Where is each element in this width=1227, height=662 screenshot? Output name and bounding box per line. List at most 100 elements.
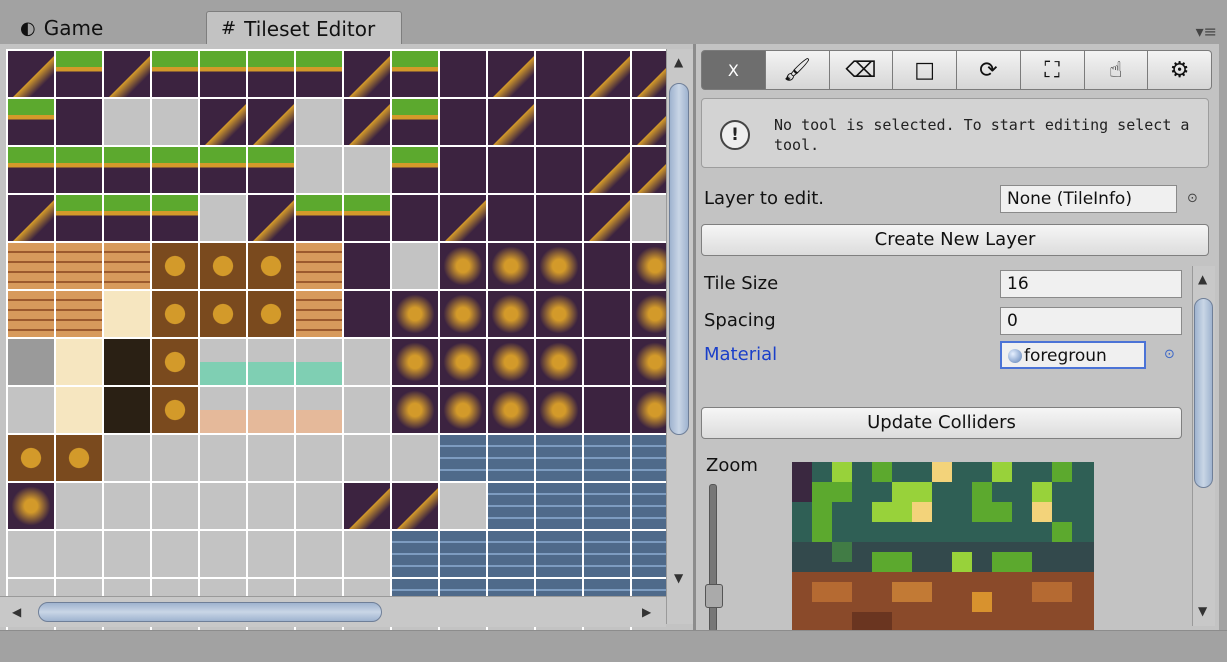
tile-size-field[interactable]: 16 (1000, 270, 1182, 298)
tile-cell[interactable] (56, 99, 102, 145)
tile-cell[interactable] (200, 387, 246, 433)
tile-cell[interactable] (56, 147, 102, 193)
layer-field[interactable]: None (TileInfo) (1000, 185, 1177, 213)
tile-cell[interactable] (200, 147, 246, 193)
tile-cell[interactable] (488, 339, 534, 385)
tile-cell[interactable] (248, 339, 294, 385)
tile-cell[interactable] (104, 147, 150, 193)
material-picker-icon[interactable]: ⊙ (1164, 347, 1175, 362)
material-field[interactable]: foregroun (1000, 341, 1146, 369)
tile-cell[interactable] (632, 51, 666, 97)
tile-cell[interactable] (248, 195, 294, 241)
tile-cell[interactable] (200, 243, 246, 289)
tile-cell[interactable] (200, 339, 246, 385)
tile-cell[interactable] (536, 147, 582, 193)
tile-cell[interactable] (8, 435, 54, 481)
tile-cell[interactable] (536, 339, 582, 385)
tileset-grid[interactable] (6, 49, 666, 639)
tile-cell[interactable] (8, 195, 54, 241)
tile-cell[interactable] (632, 243, 666, 289)
brush-tool-button[interactable]: 🖌 (765, 50, 830, 90)
tab-tileset-editor[interactable]: # Tileset Editor (206, 11, 402, 45)
tab-game[interactable]: ◐ Game (20, 12, 210, 44)
tile-cell[interactable] (104, 339, 150, 385)
tile-cell[interactable] (56, 195, 102, 241)
tile-cell[interactable] (584, 99, 630, 145)
scroll-left-icon[interactable]: ◀ (12, 605, 21, 619)
tile-cell[interactable] (104, 243, 150, 289)
tile-cell[interactable] (488, 99, 534, 145)
tile-cell[interactable] (152, 339, 198, 385)
scroll-right-icon[interactable]: ▶ (642, 605, 651, 619)
object-picker-icon[interactable]: ⊙ (1187, 191, 1198, 206)
tile-cell[interactable] (8, 99, 54, 145)
tile-cell[interactable] (440, 435, 486, 481)
tile-cell[interactable] (536, 483, 582, 529)
tile-cell[interactable] (296, 243, 342, 289)
tile-cell[interactable] (632, 291, 666, 337)
tile-cell[interactable] (488, 435, 534, 481)
tile-cell[interactable] (488, 483, 534, 529)
tile-cell[interactable] (344, 195, 390, 241)
tile-cell[interactable] (536, 435, 582, 481)
tile-cell[interactable] (296, 195, 342, 241)
tile-cell[interactable] (200, 291, 246, 337)
tile-cell[interactable] (584, 531, 630, 577)
tile-cell[interactable] (536, 243, 582, 289)
inspector-scroll-down-icon[interactable]: ▼ (1198, 604, 1207, 618)
zoom-slider[interactable] (705, 484, 723, 634)
tile-cell[interactable] (296, 291, 342, 337)
tile-cell[interactable] (200, 51, 246, 97)
tile-cell[interactable] (152, 243, 198, 289)
tile-cell[interactable] (152, 387, 198, 433)
tile-cell[interactable] (104, 387, 150, 433)
scroll-up-icon[interactable]: ▲ (674, 55, 683, 69)
tile-cell[interactable] (584, 51, 630, 97)
fill-tool-button[interactable]: ⛶ (1020, 50, 1085, 90)
tile-cell[interactable] (632, 531, 666, 577)
tile-cell[interactable] (440, 99, 486, 145)
tile-cell[interactable] (56, 243, 102, 289)
tile-cell[interactable] (8, 243, 54, 289)
tile-cell[interactable] (344, 291, 390, 337)
tile-cell[interactable] (296, 387, 342, 433)
tile-cell[interactable] (392, 291, 438, 337)
tile-cell[interactable] (8, 147, 54, 193)
tile-cell[interactable] (56, 339, 102, 385)
tile-cell[interactable] (392, 147, 438, 193)
inspector-scroll-up-icon[interactable]: ▲ (1198, 272, 1207, 286)
tile-cell[interactable] (632, 435, 666, 481)
tile-cell[interactable] (488, 387, 534, 433)
tile-cell[interactable] (440, 339, 486, 385)
tile-cell[interactable] (392, 195, 438, 241)
panel-menu-icon[interactable]: ▾≡ (1196, 22, 1217, 41)
tile-cell[interactable] (248, 291, 294, 337)
tile-cell[interactable] (440, 291, 486, 337)
tile-cell[interactable] (152, 195, 198, 241)
tile-cell[interactable] (584, 291, 630, 337)
tile-cell[interactable] (584, 339, 630, 385)
tile-cell[interactable] (440, 387, 486, 433)
scroll-down-icon[interactable]: ▼ (674, 571, 683, 585)
tile-cell[interactable] (584, 195, 630, 241)
eraser-tool-button[interactable]: ⌫ (829, 50, 894, 90)
tile-cell[interactable] (392, 51, 438, 97)
tile-cell[interactable] (584, 243, 630, 289)
tile-cell[interactable] (536, 531, 582, 577)
tile-cell[interactable] (8, 339, 54, 385)
tile-cell[interactable] (344, 99, 390, 145)
tile-cell[interactable] (584, 147, 630, 193)
tile-cell[interactable] (536, 387, 582, 433)
tile-cell[interactable] (488, 531, 534, 577)
tile-cell[interactable] (536, 195, 582, 241)
tile-cell[interactable] (248, 147, 294, 193)
tile-cell[interactable] (248, 99, 294, 145)
inspector-scroll-thumb[interactable] (1194, 298, 1213, 488)
eyedropper-tool-button[interactable]: ☝ (1084, 50, 1149, 90)
tile-cell[interactable] (536, 99, 582, 145)
tile-cell[interactable] (8, 483, 54, 529)
tile-cell[interactable] (488, 243, 534, 289)
settings-tool-button[interactable]: ⚙ (1148, 50, 1212, 90)
tile-cell[interactable] (200, 99, 246, 145)
refresh-tool-button[interactable]: ⟳ (957, 50, 1021, 90)
